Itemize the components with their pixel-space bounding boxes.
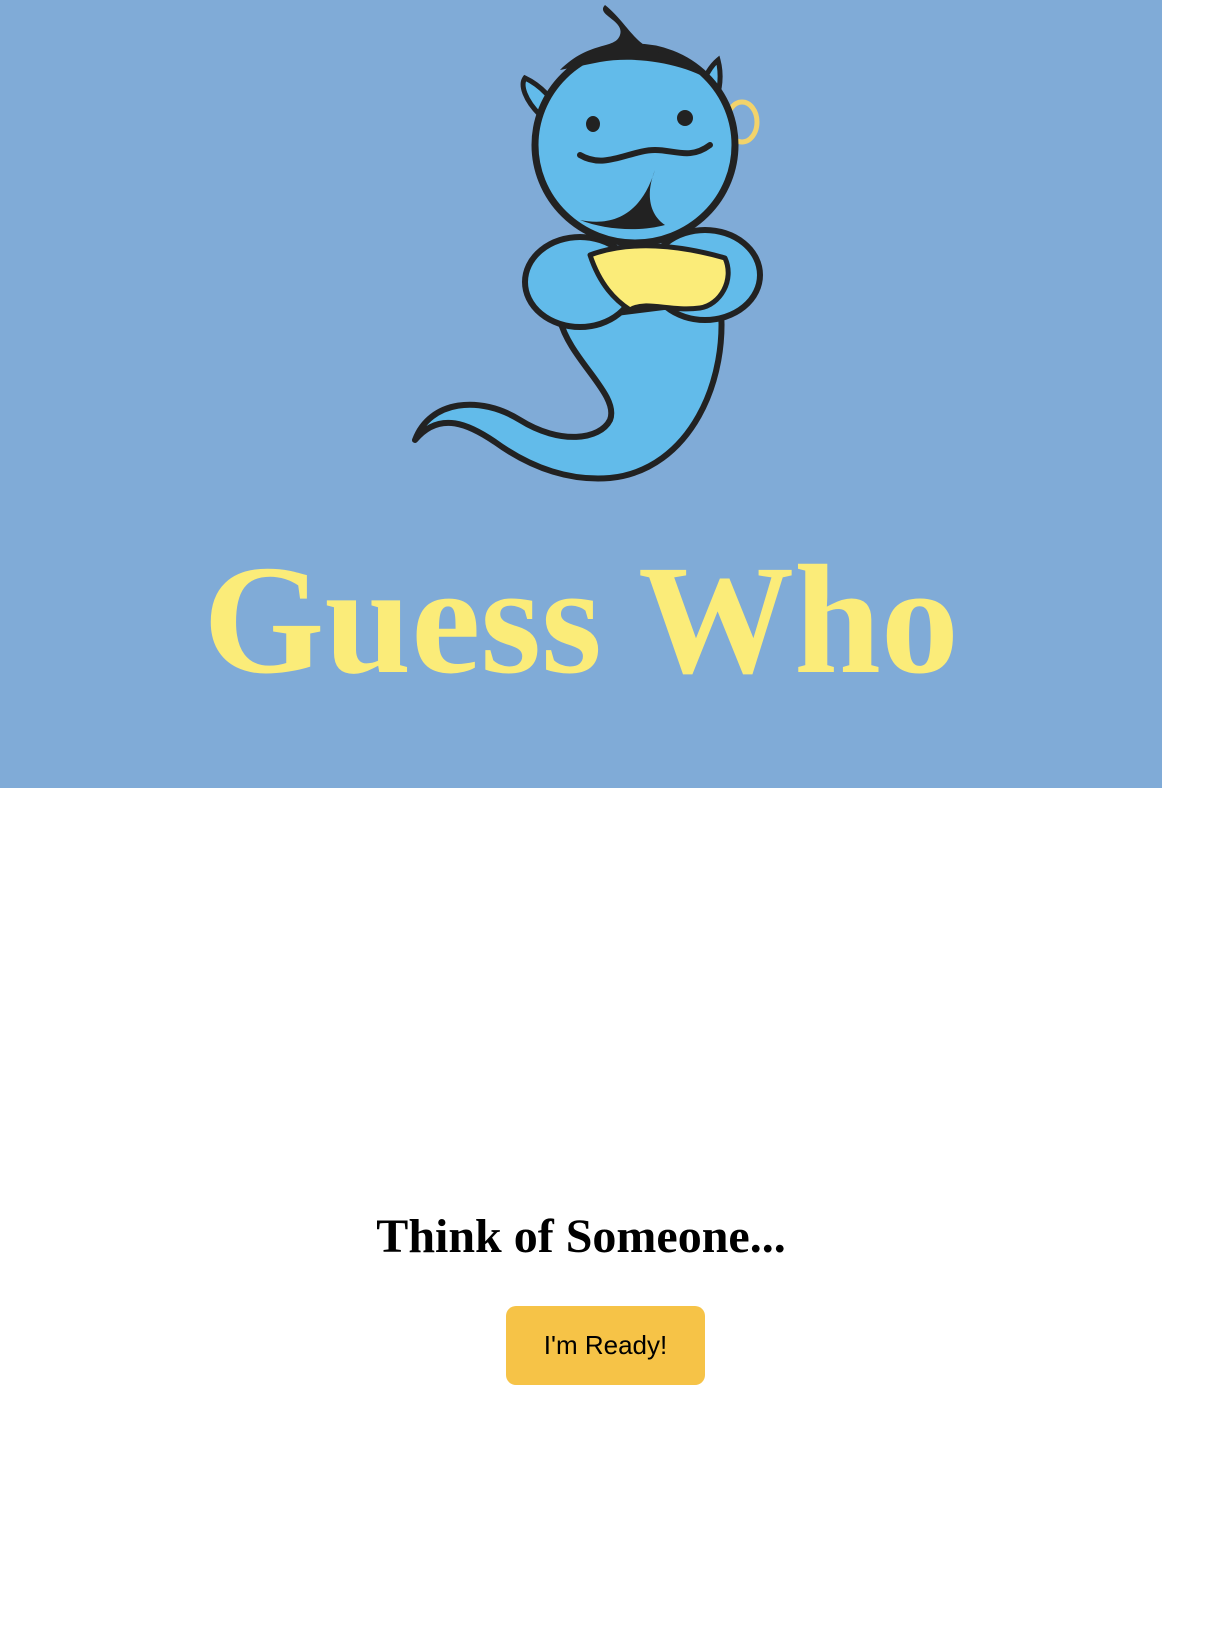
app-title: Guess Who — [203, 533, 959, 706]
hero-banner: Guess Who — [0, 0, 1162, 788]
prompt-heading: Think of Someone... — [376, 1210, 786, 1263]
page: Guess Who Think of Someone... I'm Ready! — [0, 0, 1218, 1644]
genie-mascot-icon — [412, 5, 763, 482]
ready-button[interactable]: I'm Ready! — [506, 1306, 705, 1385]
